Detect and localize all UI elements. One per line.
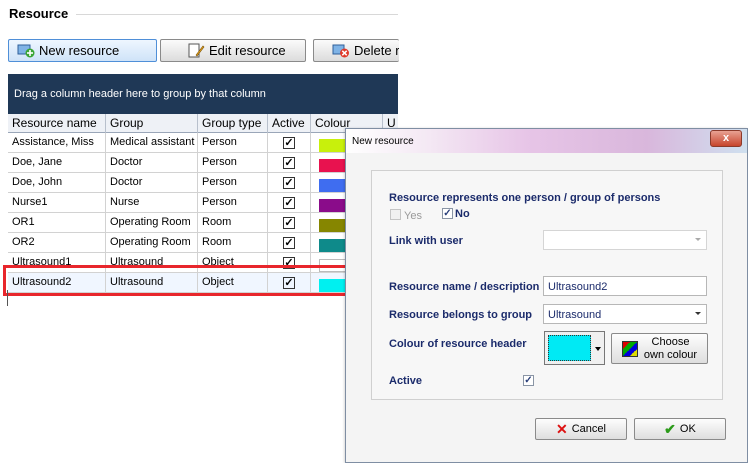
cell-group: Operating Room: [106, 213, 198, 232]
cell-group: Operating Room: [106, 233, 198, 252]
selected-row-highlight: [3, 265, 348, 296]
edit-resource-icon: [187, 43, 205, 58]
choose-label-line1: Choose: [651, 335, 690, 348]
active-checkbox[interactable]: ✓: [283, 176, 295, 189]
cell-group: Nurse: [106, 193, 198, 212]
cell-active[interactable]: ✓: [268, 193, 311, 212]
grid-border: [7, 290, 8, 306]
link-user-label: Link with user: [389, 235, 463, 247]
group-by-panel[interactable]: Drag a column header here to group by th…: [8, 74, 398, 114]
active-checkbox[interactable]: ✓: [283, 196, 295, 209]
resource-group-value: Ultrasound: [548, 309, 602, 321]
cell-group: Medical assistant: [106, 133, 198, 152]
active-checkbox[interactable]: ✓: [283, 236, 295, 249]
chevron-down-icon: [695, 312, 701, 315]
checkmark-icon: ✔: [664, 420, 676, 437]
cell-active[interactable]: ✓: [268, 173, 311, 192]
grid-header-row: Resource name Group Group type Active Co…: [8, 114, 398, 133]
resource-name-label: Resource name / description: [389, 281, 540, 293]
cell-group: Doctor: [106, 153, 198, 172]
cell-group-type: Person: [198, 153, 268, 172]
column-header-active[interactable]: Active: [268, 114, 311, 133]
no-checkbox[interactable]: ✓: [442, 208, 453, 219]
cell-group-type: Person: [198, 193, 268, 212]
new-resource-icon: [17, 43, 35, 58]
delete-resource-button[interactable]: Delete r: [313, 39, 399, 62]
chevron-down-icon: [595, 347, 601, 351]
table-row[interactable]: OR2 Operating Room Room ✓: [8, 233, 398, 253]
cancel-label: Cancel: [571, 423, 606, 435]
close-icon[interactable]: x: [710, 130, 742, 147]
resource-group-label: Resource belongs to group: [389, 309, 533, 321]
cell-resource-name: Doe, Jane: [8, 153, 106, 172]
dialog-titlebar[interactable]: New resource x: [346, 129, 747, 153]
edit-resource-button[interactable]: Edit resource: [160, 39, 306, 62]
cell-group-type: Room: [198, 233, 268, 252]
active-checkbox[interactable]: ✓: [283, 136, 295, 149]
resource-name-input[interactable]: Ultrasound2: [543, 276, 707, 296]
active-checkbox[interactable]: ✓: [283, 216, 295, 229]
cell-resource-name: OR2: [8, 233, 106, 252]
cell-resource-name: Nurse1: [8, 193, 106, 212]
cell-active[interactable]: ✓: [268, 133, 311, 152]
table-row[interactable]: Doe, Jane Doctor Person ✓: [8, 153, 398, 173]
cell-active[interactable]: ✓: [268, 153, 311, 172]
edit-resource-label: Edit resource: [209, 43, 286, 58]
active-label: Active: [389, 375, 423, 387]
palette-icon: [621, 340, 638, 357]
cell-resource-name: Doe, John: [8, 173, 106, 192]
cell-resource-name: Assistance, Miss: [8, 133, 106, 152]
cancel-icon: ✕: [556, 420, 568, 437]
resource-group-select[interactable]: Ultrasound: [543, 304, 707, 324]
column-header-group-type[interactable]: Group type: [198, 114, 268, 133]
cell-active[interactable]: ✓: [268, 213, 311, 232]
new-resource-button[interactable]: New resource: [8, 39, 157, 62]
chevron-down-icon: [695, 238, 701, 241]
cancel-button[interactable]: ✕ Cancel: [535, 418, 627, 440]
ok-label: OK: [679, 423, 696, 435]
cell-resource-name: OR1: [8, 213, 106, 232]
table-row[interactable]: OR1 Operating Room Room ✓: [8, 213, 398, 233]
active-checkbox[interactable]: ✓: [523, 375, 534, 386]
delete-resource-label: Delete r: [354, 43, 399, 58]
choose-label-line2: own colour: [643, 348, 698, 361]
choose-own-colour-button[interactable]: Choose own colour: [611, 333, 708, 364]
no-label: No: [455, 208, 470, 220]
yes-checkbox[interactable]: [390, 209, 401, 220]
colour-swatch: [548, 335, 591, 361]
column-header-resource-name[interactable]: Resource name: [8, 114, 106, 133]
section-title: Resource: [9, 6, 69, 21]
cell-group-type: Person: [198, 173, 268, 192]
new-resource-dialog: New resource x Resource represents one p…: [345, 128, 748, 463]
cell-active[interactable]: ✓: [268, 233, 311, 252]
active-checkbox[interactable]: ✓: [283, 156, 295, 169]
cell-group: Doctor: [106, 173, 198, 192]
dialog-title: New resource: [352, 136, 414, 147]
cell-group-type: Room: [198, 213, 268, 232]
column-header-group[interactable]: Group: [106, 114, 198, 133]
colour-header-label: Colour of resource header: [389, 338, 527, 350]
table-row[interactable]: Doe, John Doctor Person ✓: [8, 173, 398, 193]
table-row[interactable]: Assistance, Miss Medical assistant Person ✓: [8, 133, 398, 153]
colour-picker[interactable]: [544, 331, 605, 365]
section-divider: [76, 14, 398, 15]
cell-group-type: Person: [198, 133, 268, 152]
new-resource-label: New resource: [39, 43, 120, 58]
table-row[interactable]: Nurse1 Nurse Person ✓: [8, 193, 398, 213]
delete-resource-icon: [332, 43, 350, 58]
yes-label: Yes: [404, 210, 422, 222]
ok-button[interactable]: ✔ OK: [634, 418, 726, 440]
link-user-select[interactable]: [543, 230, 707, 250]
represents-person-label: Resource represents one person / group o…: [389, 192, 661, 204]
